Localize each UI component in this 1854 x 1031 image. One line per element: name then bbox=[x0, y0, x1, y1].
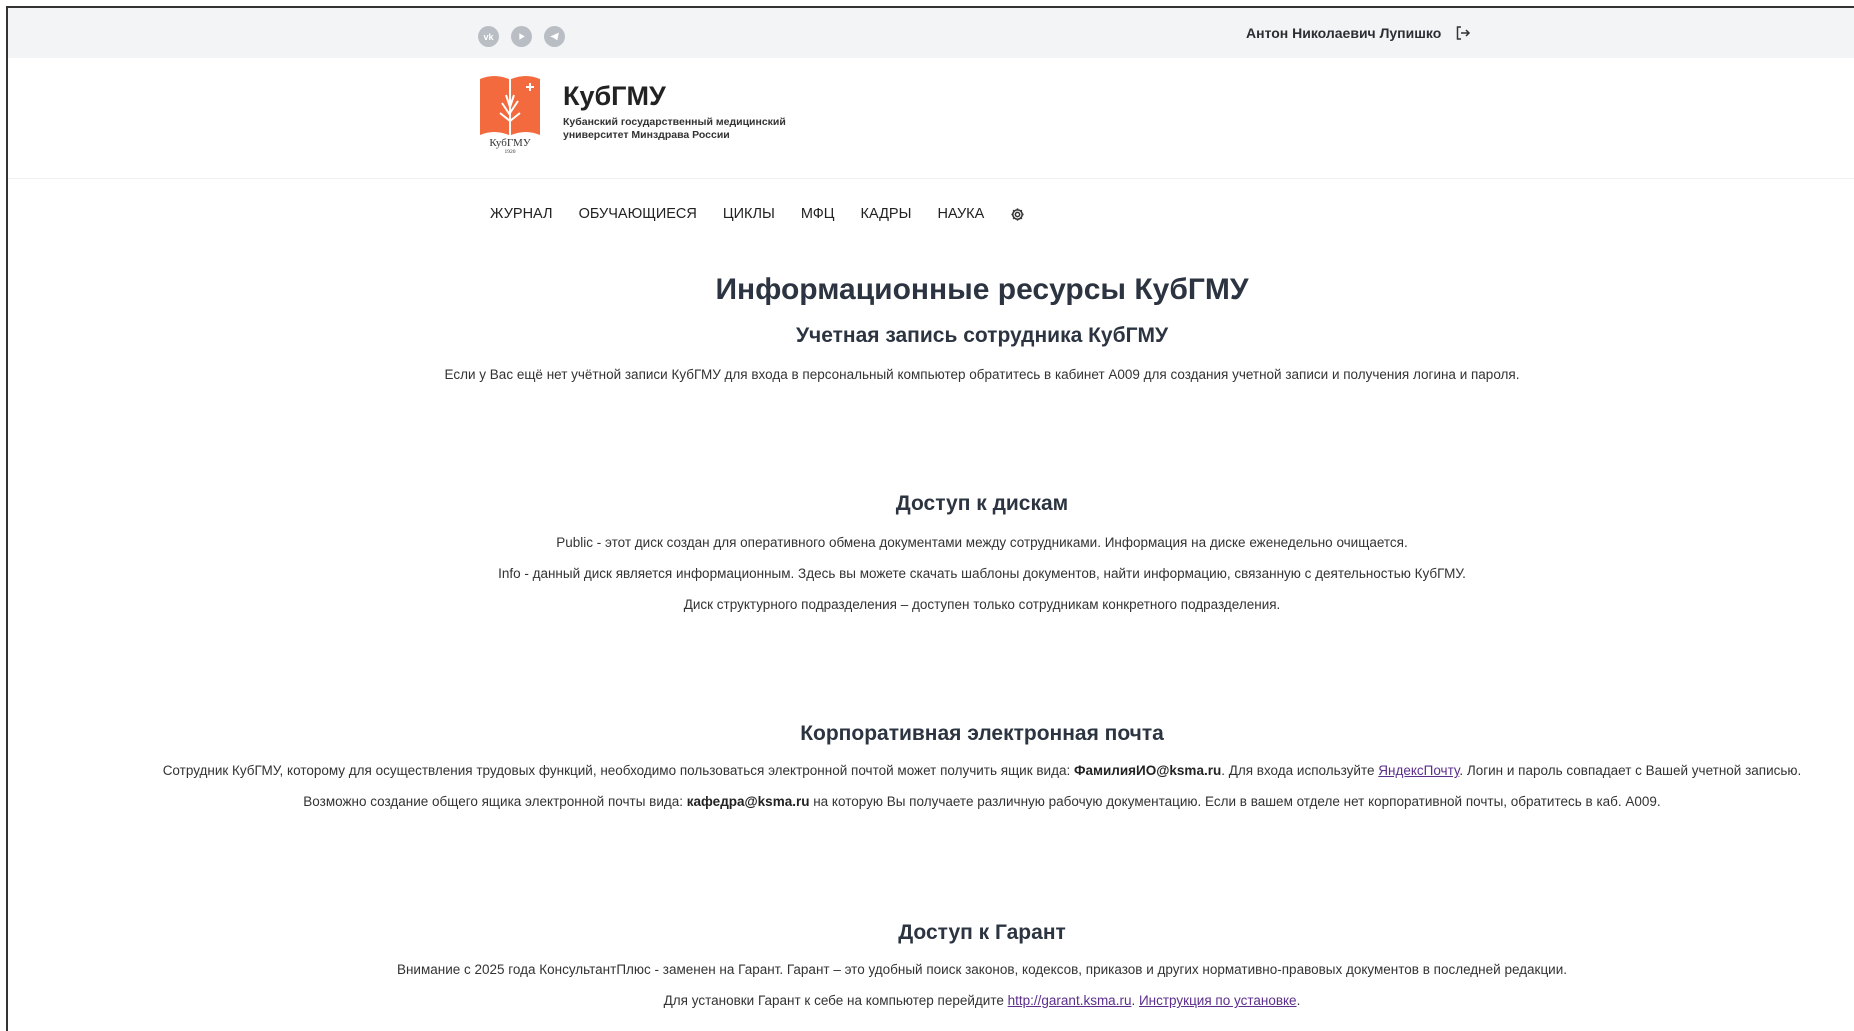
mail-format: ФамилияИО@ksma.ru bbox=[1073, 763, 1222, 778]
telegram-icon[interactable] bbox=[544, 26, 565, 47]
garant-heading: Доступ к Гарант bbox=[898, 921, 1066, 944]
nav-item-cycles[interactable]: ЦИКЛЫ bbox=[723, 206, 775, 222]
settings-gear-icon[interactable] bbox=[1010, 207, 1025, 222]
garant-text-2: Для установки Гарант к себе на компьютер… bbox=[663, 993, 1301, 1008]
university-logo[interactable]: КубГМУ 1920 bbox=[478, 73, 542, 155]
disks-heading: Доступ к дискам bbox=[895, 492, 1069, 515]
disk-dept-text: Диск структурного подразделения – доступ… bbox=[683, 597, 1281, 612]
brand-name[interactable]: КубГМУ bbox=[563, 80, 823, 112]
main-nav: ЖУРНАЛ ОБУЧАЮЩИЕСЯ ЦИКЛЫ МФЦ КАДРЫ НАУКА bbox=[490, 206, 1025, 222]
mail-heading: Корпоративная электронная почта bbox=[800, 722, 1164, 745]
garant-text-1: Внимание с 2025 года КонсультантПлюс - з… bbox=[396, 962, 1568, 977]
top-bar: vk Антон Николаевич Лупишко bbox=[8, 8, 1854, 58]
youtube-icon[interactable] bbox=[511, 26, 532, 47]
nav-item-students[interactable]: ОБУЧАЮЩИЕСЯ bbox=[579, 206, 697, 222]
disk-public-text: Public - этот диск создан для оперативно… bbox=[556, 535, 1408, 550]
site-header: КубГМУ 1920 КубГМУ Кубанский государстве… bbox=[8, 58, 1854, 179]
nav-item-staff[interactable]: КАДРЫ bbox=[861, 206, 912, 222]
browser-frame: vk Антон Николаевич Лупишко КубГМУ 1920 … bbox=[6, 6, 1854, 1031]
shared-mail-format: кафедра@ksma.ru bbox=[686, 794, 810, 809]
account-text: Если у Вас ещё нет учётной записи КубГМУ… bbox=[444, 367, 1520, 382]
install-guide-link[interactable]: Инструкция по установке bbox=[1139, 993, 1297, 1008]
brand: КубГМУ Кубанский государственный медицин… bbox=[563, 80, 823, 142]
user-area: Антон Николаевич Лупишко bbox=[1246, 25, 1471, 41]
logout-icon[interactable] bbox=[1455, 25, 1471, 41]
brand-subtitle: Кубанский государственный медицинский ун… bbox=[563, 116, 786, 141]
mail-text-1: Сотрудник КубГМУ, которому для осуществл… bbox=[162, 763, 1802, 778]
disk-info-text: Info - данный диск является информационн… bbox=[498, 566, 1466, 581]
page-title: Информационные ресурсы КубГМУ bbox=[715, 273, 1249, 306]
logo-caption: КубГМУ bbox=[489, 137, 530, 149]
nav-item-journal[interactable]: ЖУРНАЛ bbox=[490, 206, 553, 222]
social-links: vk bbox=[478, 26, 565, 47]
nav-item-science[interactable]: НАУКА bbox=[937, 206, 984, 222]
nav-item-mfc[interactable]: МФЦ bbox=[801, 206, 835, 222]
yandex-mail-link[interactable]: ЯндексПочту bbox=[1378, 763, 1459, 778]
user-name[interactable]: Антон Николаевич Лупишко bbox=[1246, 25, 1441, 41]
account-heading: Учетная запись сотрудника КубГМУ bbox=[795, 324, 1169, 347]
vk-icon[interactable]: vk bbox=[478, 26, 499, 47]
garant-link[interactable]: http://garant.ksma.ru bbox=[1008, 993, 1132, 1008]
logo-year: 1920 bbox=[505, 149, 516, 155]
mail-text-2: Возможно создание общего ящика электронн… bbox=[303, 794, 1661, 809]
